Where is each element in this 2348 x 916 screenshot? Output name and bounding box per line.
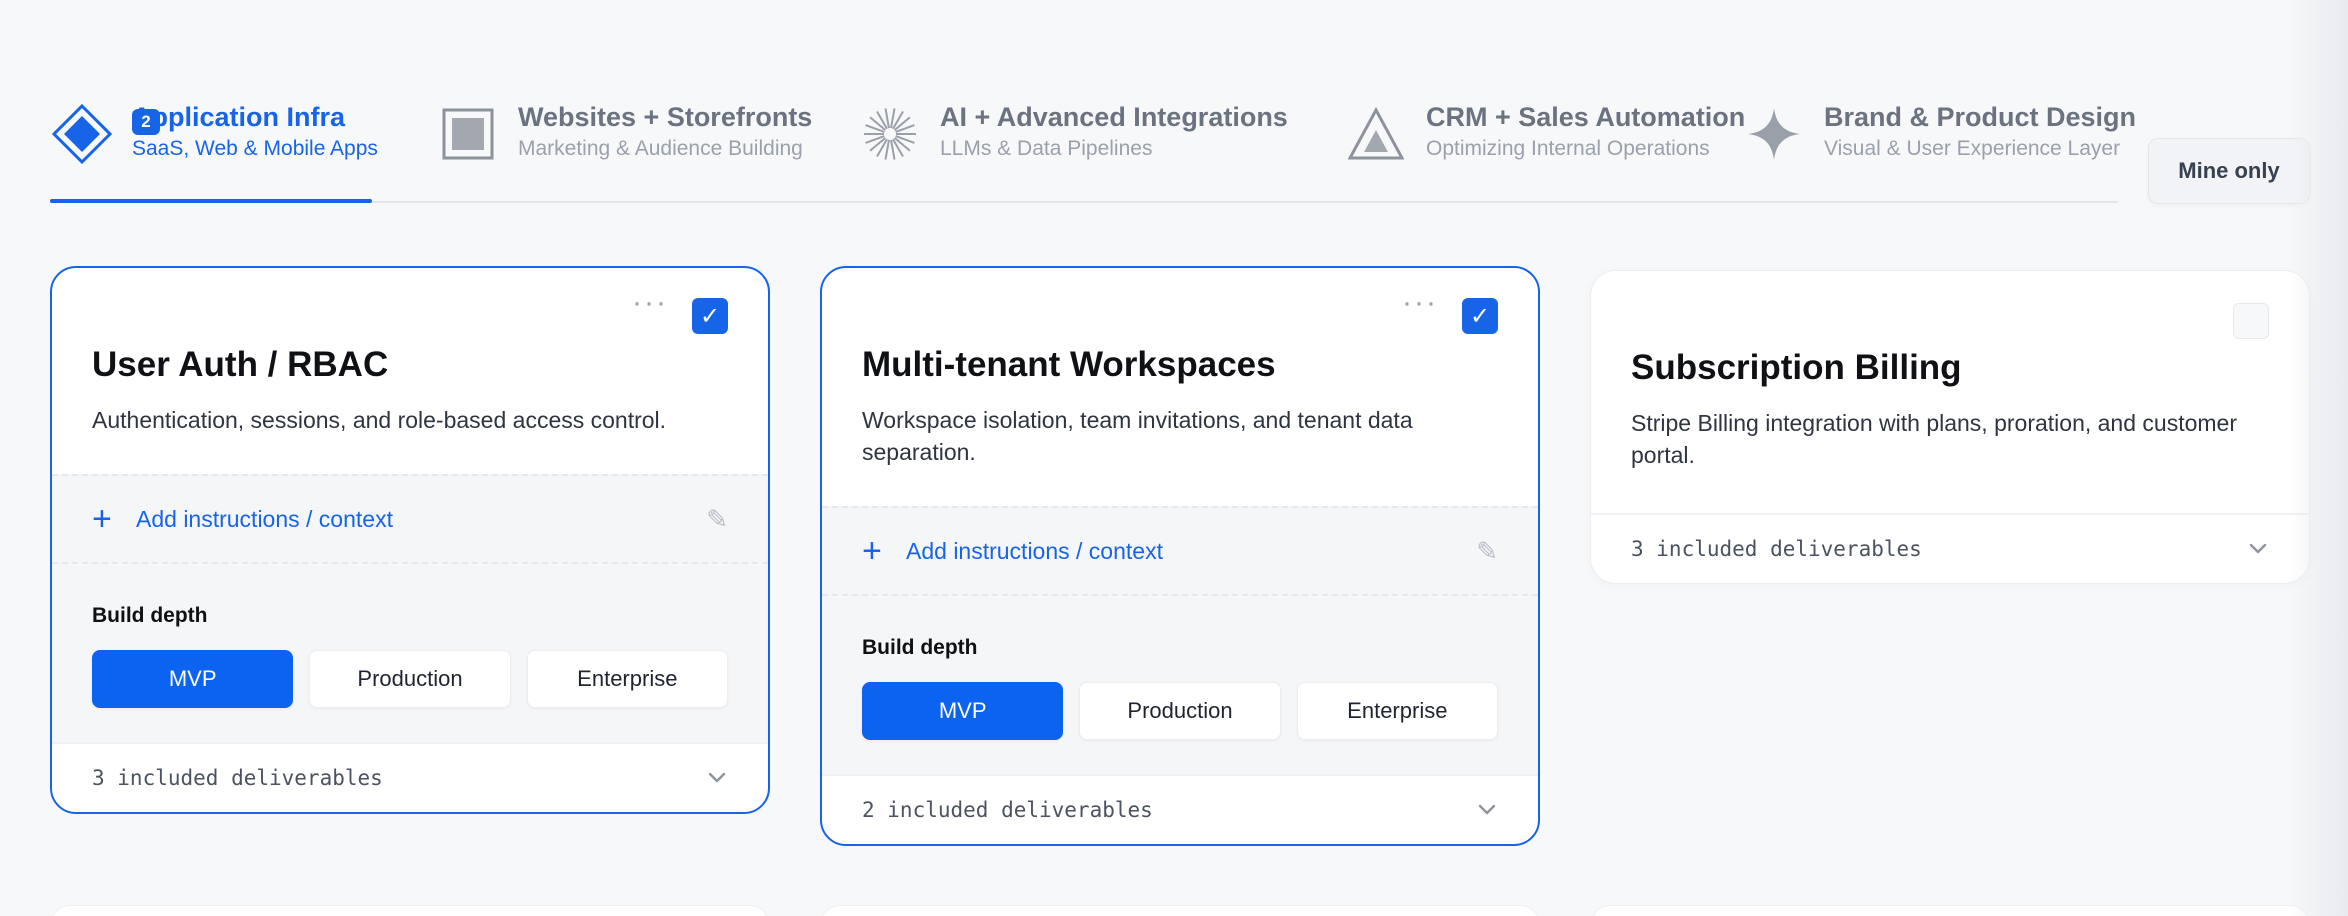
chevron-down-icon (2249, 543, 2267, 554)
plus-icon: + (862, 532, 882, 570)
chevron-down-icon (708, 772, 726, 783)
tab-crm-sales[interactable]: CRM + Sales Automation Optimizing Intern… (1344, 100, 1745, 200)
tab-title: Websites + Storefronts (518, 102, 813, 132)
tab-title: AI + Advanced Integrations (940, 102, 1288, 132)
card-select-checkbox[interactable] (2233, 303, 2269, 339)
tab-title: Application Infra (132, 102, 346, 132)
next-card-edge (50, 905, 770, 916)
tab-brand-design[interactable]: Brand & Product Design Visual & User Exp… (1742, 100, 2136, 200)
card-options: + Add instructions / context ✎ Build dep… (822, 506, 1538, 774)
build-depth-section: Build depth MVP Production Enterprise (52, 564, 768, 742)
deliverables-count: 2 included deliverables (862, 798, 1153, 822)
next-card-edge (820, 905, 1540, 916)
tab-subtitle: Visual & User Experience Layer (1824, 137, 2121, 160)
mine-only-toggle[interactable]: Mine only (2148, 138, 2310, 204)
deliverables-count: 3 included deliverables (1631, 537, 1922, 561)
depth-production-button[interactable]: Production (1079, 682, 1281, 740)
category-tabs: 2 Application Infra SaaS, Web & Mobile A… (50, 60, 2136, 203)
depth-mvp-button[interactable]: MVP (92, 650, 294, 708)
card-description: Stripe Billing integration with plans, p… (1631, 410, 2237, 468)
deliverables-toggle[interactable]: 3 included deliverables (1591, 513, 2309, 583)
sparkle-icon (1742, 102, 1806, 166)
tab-title: Brand & Product Design (1824, 102, 2137, 132)
more-options-icon[interactable]: ··· (632, 286, 668, 320)
card-description: Workspace isolation, team invitations, a… (862, 407, 1413, 465)
depth-production-button[interactable]: Production (309, 650, 511, 708)
card-description: Authentication, sessions, and role-based… (92, 407, 667, 433)
add-instructions-button[interactable]: + Add instructions / context ✎ (822, 508, 1538, 596)
card-title: User Auth / RBAC (92, 345, 389, 384)
square-icon (436, 102, 500, 166)
pencil-icon[interactable]: ✎ (1476, 536, 1498, 567)
selected-count-badge: 2 (132, 109, 160, 135)
tab-websites-storefronts[interactable]: Websites + Storefronts Marketing & Audie… (436, 100, 812, 200)
add-instructions-button[interactable]: + Add instructions / context ✎ (52, 476, 768, 564)
add-instructions-label: Add instructions / context (136, 505, 393, 532)
depth-enterprise-button[interactable]: Enterprise (1296, 682, 1498, 740)
card-select-checkbox[interactable]: ✓ (692, 298, 728, 334)
deliverables-toggle[interactable]: 2 included deliverables (822, 774, 1538, 844)
card-options: + Add instructions / context ✎ Build dep… (52, 474, 768, 742)
build-depth-label: Build depth (862, 636, 978, 659)
service-card-multi-tenant: ··· ✓ Multi-tenant Workspaces Workspace … (820, 266, 1540, 846)
deliverables-toggle[interactable]: 3 included deliverables (52, 742, 768, 812)
card-title: Subscription Billing (1631, 348, 1962, 387)
build-depth-section: Build depth MVP Production Enterprise (822, 596, 1538, 774)
tab-subtitle: Optimizing Internal Operations (1426, 137, 1710, 160)
pencil-icon[interactable]: ✎ (706, 504, 728, 535)
triangle-icon (1344, 102, 1408, 166)
more-options-icon[interactable]: ··· (1402, 286, 1438, 320)
tab-subtitle: Marketing & Audience Building (518, 137, 803, 160)
next-card-edge (1590, 905, 2310, 916)
build-depth-options: MVP Production Enterprise (862, 682, 1498, 740)
build-depth-options: MVP Production Enterprise (92, 650, 728, 708)
deliverables-count: 3 included deliverables (92, 766, 383, 790)
tab-ai-integrations[interactable]: AI + Advanced Integrations LLMs & Data P… (858, 100, 1288, 200)
add-instructions-label: Add instructions / context (906, 537, 1163, 564)
diamond-icon (50, 102, 114, 166)
plus-icon: + (92, 500, 112, 538)
service-card-user-auth: ··· ✓ User Auth / RBAC Authentication, s… (50, 266, 770, 814)
tab-title: CRM + Sales Automation (1426, 102, 1746, 132)
card-select-checkbox[interactable]: ✓ (1462, 298, 1498, 334)
depth-enterprise-button[interactable]: Enterprise (526, 650, 728, 708)
tab-subtitle: LLMs & Data Pipelines (940, 137, 1153, 160)
starburst-icon (858, 102, 922, 166)
tab-subtitle: SaaS, Web & Mobile Apps (132, 137, 378, 160)
build-depth-label: Build depth (92, 604, 208, 627)
service-card-subscription-billing[interactable]: Subscription Billing Stripe Billing inte… (1590, 270, 2310, 584)
card-title: Multi-tenant Workspaces (862, 345, 1276, 384)
tab-application-infra[interactable]: 2 Application Infra SaaS, Web & Mobile A… (50, 100, 378, 203)
depth-mvp-button[interactable]: MVP (862, 682, 1064, 740)
chevron-down-icon (1478, 804, 1496, 815)
